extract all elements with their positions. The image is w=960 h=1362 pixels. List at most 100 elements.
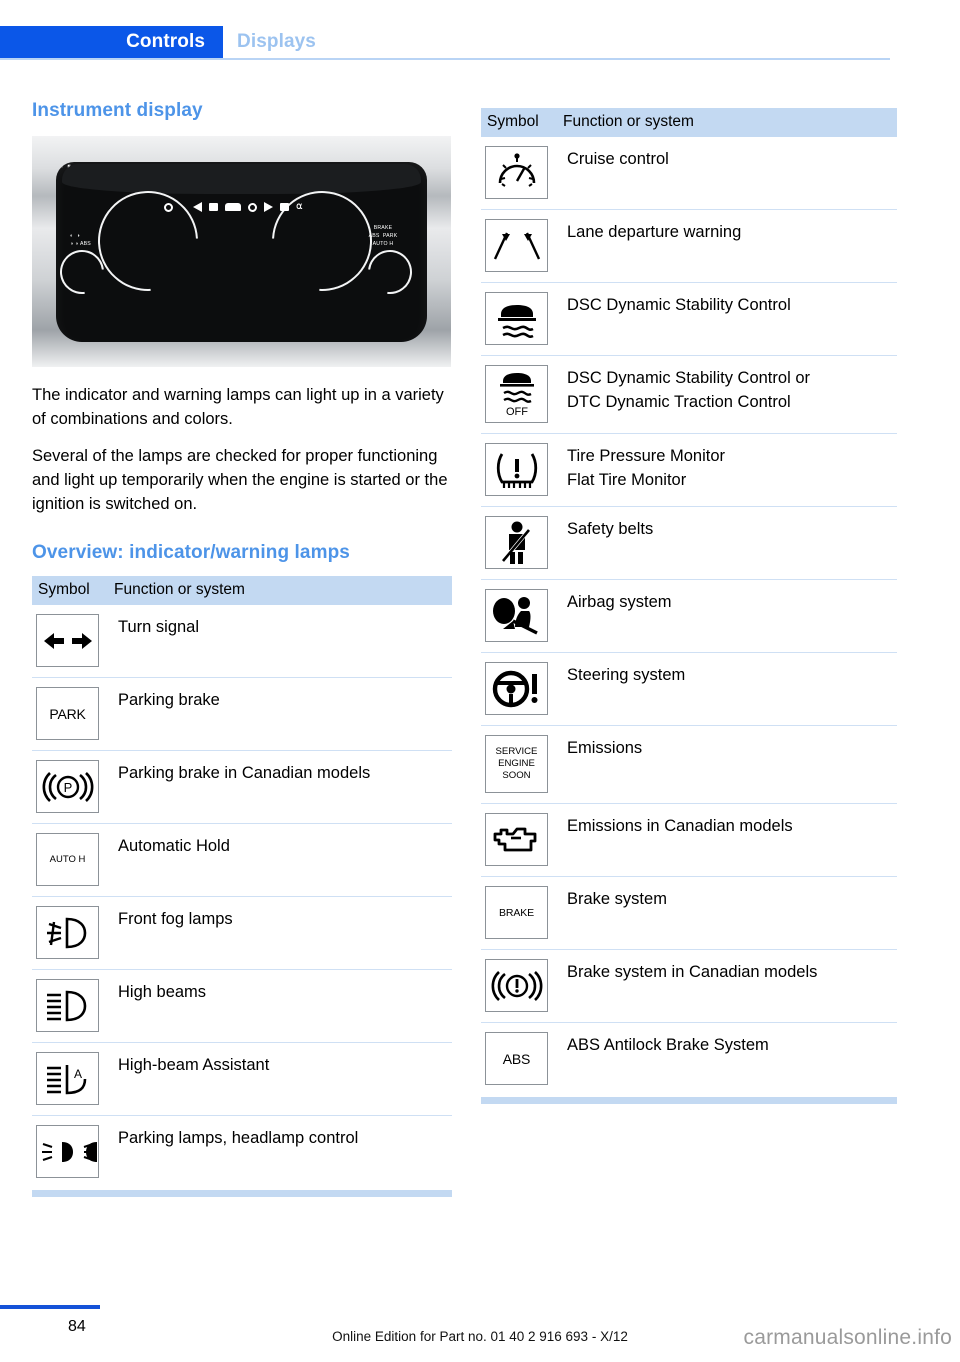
misc-telltale-icon: ⍺	[296, 201, 303, 212]
high-beam-icon	[36, 979, 99, 1032]
table-row: Lane departure warning	[481, 209, 897, 283]
table-row: BRAKE Brake system	[481, 876, 897, 950]
turn-signal-icon	[36, 614, 99, 667]
cluster-left-lamps: ◐ ◑ ◑ ◑ ABS	[70, 233, 91, 247]
dsc-off-telltale-icon	[209, 203, 218, 211]
table-row: Front fog lamps	[32, 896, 452, 970]
tab-underline-rule	[0, 58, 890, 60]
table-row: Tire Pressure Monitor Flat Tire Monitor	[481, 433, 897, 507]
right-turn-telltale-icon	[264, 202, 273, 212]
intro-paragraph-2: Several of the lamps are checked for pro…	[32, 447, 448, 513]
col-header-symbol: Symbol	[32, 576, 108, 605]
car-telltale-icon	[225, 203, 241, 211]
check-engine-icon	[485, 813, 548, 866]
row-label: Emissions in Canadian models	[557, 803, 897, 877]
row-label: Tire Pressure Monitor	[567, 447, 726, 465]
table-header-row: Symbol Function or system	[32, 576, 452, 605]
table-row: High beams	[32, 969, 452, 1043]
row-label: Airbag system	[557, 579, 897, 653]
col-header-symbol: Symbol	[481, 108, 557, 137]
row-label: High beams	[108, 969, 452, 1043]
row-label: Automatic Hold	[108, 823, 452, 897]
site-watermark: carmanualsonline.info	[743, 1326, 952, 1349]
steering-system-icon	[485, 662, 548, 715]
page-header: Controls Displays	[0, 26, 960, 58]
steering-telltale-icon	[248, 202, 257, 212]
left-column: Instrument display ⍺ ◐ ◑ ◑ ◑ ABS BRAKE A…	[32, 100, 452, 1197]
row-label: DSC Dynamic Stability Control or	[567, 369, 810, 387]
service-engine-soon-text: SERVICE ENGINE SOON	[495, 746, 538, 781]
table-row: AUTO H Automatic Hold	[32, 823, 452, 897]
svg-text:OFF: OFF	[506, 406, 528, 418]
row-label-second: DTC Dynamic Traction Control	[567, 393, 791, 411]
cluster-hood	[62, 164, 421, 194]
safety-belt-icon	[485, 516, 548, 569]
table-header-row: Symbol Function or system	[481, 108, 897, 137]
dsc-off-icon: OFF	[485, 365, 548, 423]
row-label: Brake system	[557, 876, 897, 950]
row-label: Front fog lamps	[108, 896, 452, 970]
table-row: ABS ABS Antilock Brake System	[481, 1022, 897, 1095]
table-row: Airbag system	[481, 579, 897, 653]
tab-controls[interactable]: Controls	[0, 26, 223, 58]
table-row: PARK Parking brake	[32, 677, 452, 751]
tab-displays[interactable]: Displays	[237, 26, 316, 58]
row-label: ABS Antilock Brake System	[557, 1022, 897, 1095]
table-row: Safety belts	[481, 506, 897, 580]
svg-text:P: P	[63, 780, 72, 795]
dsc-icon	[485, 292, 548, 345]
table-row: Emissions in Canadian models	[481, 803, 897, 877]
row-label: Emissions	[557, 725, 897, 804]
table-row: Steering system	[481, 652, 897, 726]
high-beam-assistant-icon: A	[36, 1052, 99, 1105]
row-label: Parking lamps, headlamp control	[108, 1115, 452, 1188]
table-row: OFF DSC Dynamic Stability Control or DTC…	[481, 355, 897, 434]
right-column: Symbol Function or system Cruise control…	[481, 108, 897, 1104]
table-row: Cruise control	[481, 137, 897, 210]
airbag-system-icon	[485, 589, 548, 642]
page-title: Instrument display	[32, 100, 203, 121]
col-header-function: Function or system	[108, 576, 452, 605]
table-row: SERVICE ENGINE SOON Emissions	[481, 725, 897, 804]
parking-brake-canada-icon: P	[36, 760, 99, 813]
parking-lamps-icon	[36, 1125, 99, 1178]
row-label: Parking brake	[108, 677, 452, 751]
row-label-second: Flat Tire Monitor	[567, 471, 687, 489]
left-turn-telltale-icon	[193, 202, 202, 212]
instrument-cluster-photo: ⍺ ◐ ◑◑ ◑ ABS BRAKE ABS PARK AUTO H ↗↖	[32, 136, 451, 367]
park-text-icon: PARK	[36, 687, 99, 740]
automatic-hold-icon: AUTO H	[36, 833, 99, 886]
lane-departure-warning-icon	[485, 219, 548, 272]
abs-text-icon: ABS	[485, 1032, 548, 1085]
row-label: Steering system	[557, 652, 897, 726]
row-label: Cruise control	[567, 150, 669, 168]
table-row: Brake system in Canadian models	[481, 949, 897, 1023]
cruise-telltale-icon	[164, 202, 173, 212]
table-row: Parking lamps, headlamp control	[32, 1115, 452, 1188]
table-row: A High-beam Assistant	[32, 1042, 452, 1116]
telltale-row: ⍺	[164, 202, 303, 212]
overview-heading: Overview: indicator/warning lamps	[32, 542, 350, 563]
row-label: High-beam Assistant	[108, 1042, 452, 1116]
row-label: Lane departure warning	[557, 209, 897, 283]
tire-pressure-monitor-icon	[485, 443, 548, 496]
row-label: DSC Dynamic Stability Control	[557, 282, 897, 356]
cruise-control-icon	[485, 146, 548, 199]
intro-paragraph-1: The indicator and warning lamps can ligh…	[32, 386, 444, 428]
right-symbol-table: Symbol Function or system Cruise control…	[481, 108, 897, 1095]
row-label: Parking brake in Canadian models	[108, 750, 452, 824]
row-label: Turn signal	[118, 618, 200, 636]
right-table-bottom-bar	[481, 1097, 897, 1104]
footer-rule	[0, 1305, 100, 1309]
front-fog-lamp-icon	[36, 906, 99, 959]
left-symbol-table: Symbol Function or system Turn signal PA…	[32, 576, 452, 1188]
cluster-right-lamps: BRAKE ABS PARK AUTO H	[368, 225, 398, 247]
row-label: Brake system in Canadian models	[557, 949, 897, 1023]
table-row: P Parking brake in Canadian models	[32, 750, 452, 824]
svg-text:A: A	[73, 1067, 81, 1081]
col-header-function: Function or system	[557, 108, 897, 137]
table-row: Turn signal	[32, 605, 452, 678]
table-row: DSC Dynamic Stability Control	[481, 282, 897, 356]
row-label: Safety belts	[557, 506, 897, 580]
cluster-screen: ⍺ ◐ ◑◑ ◑ ABS BRAKE ABS PARK AUTO H ↗↖	[56, 162, 427, 342]
